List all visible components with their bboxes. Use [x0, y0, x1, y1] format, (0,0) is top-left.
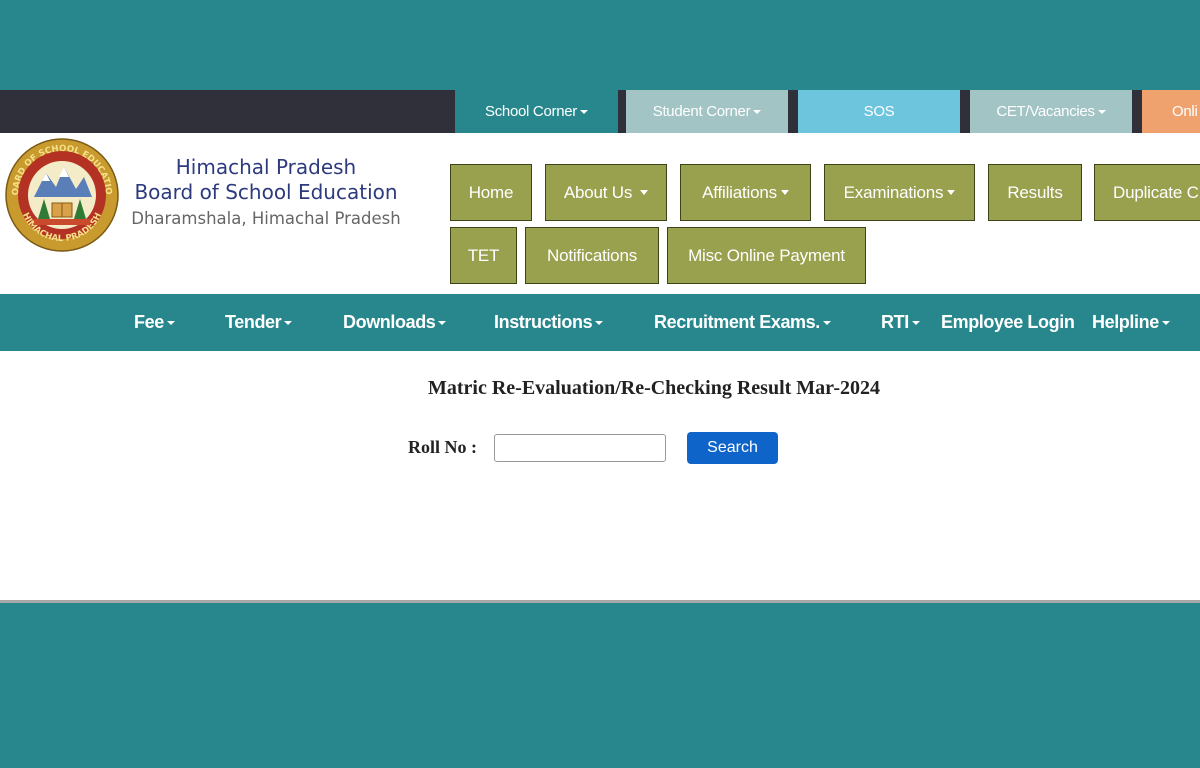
board-seal-logo[interactable]: BOARD OF SCHOOL EDUCATION HIMACHAL PRADE…	[0, 133, 120, 253]
tab-cet-vacancies[interactable]: CET/Vacancies	[970, 90, 1132, 133]
caret-down-icon	[947, 190, 956, 195]
page-title: Matric Re-Evaluation/Re-Checking Result …	[428, 377, 880, 399]
nav-fee[interactable]: Fee	[134, 294, 175, 351]
org-name-line1: Himachal Pradesh	[175, 155, 357, 179]
nav-instructions[interactable]: Instructions	[494, 294, 604, 351]
nav-label: Fee	[134, 312, 164, 332]
caret-down-icon	[438, 320, 447, 325]
caret-down-icon	[753, 109, 762, 114]
nav-label: Employee Login	[941, 312, 1075, 332]
top-bar: School Corner Student Corner SOS CET/Vac…	[0, 90, 1200, 133]
nav-label: Tender	[225, 312, 282, 332]
nav-label: Instructions	[494, 312, 593, 332]
menu-label: Misc Online Payment	[688, 245, 845, 265]
tab-label: SOS	[863, 103, 895, 120]
caret-down-icon	[780, 190, 789, 195]
result-search-panel: Matric Re-Evaluation/Re-Checking Result …	[0, 351, 1200, 603]
caret-down-icon	[595, 320, 604, 325]
caret-down-icon	[1097, 109, 1106, 114]
site-header: BOARD OF SCHOOL EDUCATION HIMACHAL PRADE…	[0, 133, 1200, 294]
nav-label: Downloads	[343, 312, 436, 332]
menu-results-button[interactable]: Results	[988, 164, 1082, 221]
caret-down-icon	[284, 320, 293, 325]
menu-affiliations-button[interactable]: Affiliations	[680, 164, 811, 221]
nav-recruitment-exams[interactable]: Recruitment Exams.	[654, 294, 831, 351]
menu-label: Examinations	[843, 182, 944, 202]
menu-home-button[interactable]: Home	[450, 164, 532, 221]
menu-label: Affiliations	[702, 182, 777, 202]
caret-down-icon	[911, 320, 920, 325]
nav-helpline[interactable]: Helpline	[1092, 294, 1170, 351]
tab-label: Onli	[1172, 103, 1198, 120]
caret-down-icon	[166, 320, 175, 325]
tab-school-corner[interactable]: School Corner	[455, 90, 618, 133]
menu-examinations-button[interactable]: Examinations	[824, 164, 975, 221]
menu-label: Results	[1007, 182, 1063, 202]
nav-label: RTI	[881, 312, 909, 332]
organization-name: Himachal Pradesh Board of School Educati…	[126, 155, 406, 233]
menu-label: Home	[468, 182, 514, 202]
menu-label: About Us	[563, 182, 633, 202]
menu-tet-button[interactable]: TET	[450, 227, 517, 284]
menu-misc-online-payment-button[interactable]: Misc Online Payment	[667, 227, 866, 284]
menu-label: Duplicate C	[1113, 182, 1199, 202]
search-button[interactable]: Search	[687, 432, 778, 464]
menu-notifications-button[interactable]: Notifications	[525, 227, 659, 284]
roll-no-label: Roll No :	[408, 437, 477, 457]
tab-online[interactable]: Onli	[1142, 90, 1200, 133]
menu-label: TET	[467, 245, 500, 265]
tab-label: CET/Vacancies	[996, 103, 1095, 120]
caret-down-icon	[640, 190, 649, 195]
tab-label: School Corner	[485, 103, 577, 120]
menu-about-us-button[interactable]: About Us	[545, 164, 667, 221]
nav-label: Helpline	[1092, 312, 1159, 332]
roll-no-input[interactable]	[494, 434, 666, 462]
menu-duplicate-button[interactable]: Duplicate C	[1094, 164, 1200, 221]
nav-downloads[interactable]: Downloads	[343, 294, 447, 351]
menu-label: Notifications	[547, 245, 637, 265]
secondary-nav: Fee Tender Downloads Instructions Recrui…	[0, 294, 1200, 351]
tab-student-corner[interactable]: Student Corner	[626, 90, 788, 133]
caret-down-icon	[1161, 320, 1170, 325]
nav-rti[interactable]: RTI	[881, 294, 920, 351]
org-name-line2: Board of School Education	[134, 180, 398, 204]
tab-label: Student Corner	[652, 103, 751, 120]
caret-down-icon	[822, 320, 831, 325]
org-location: Dharamshala, Himachal Pradesh	[131, 209, 401, 228]
nav-tender[interactable]: Tender	[225, 294, 293, 351]
nav-employee-login[interactable]: Employee Login	[941, 294, 1075, 351]
caret-down-icon	[579, 109, 588, 114]
nav-label: Recruitment Exams.	[654, 312, 820, 332]
tab-sos[interactable]: SOS	[798, 90, 960, 133]
